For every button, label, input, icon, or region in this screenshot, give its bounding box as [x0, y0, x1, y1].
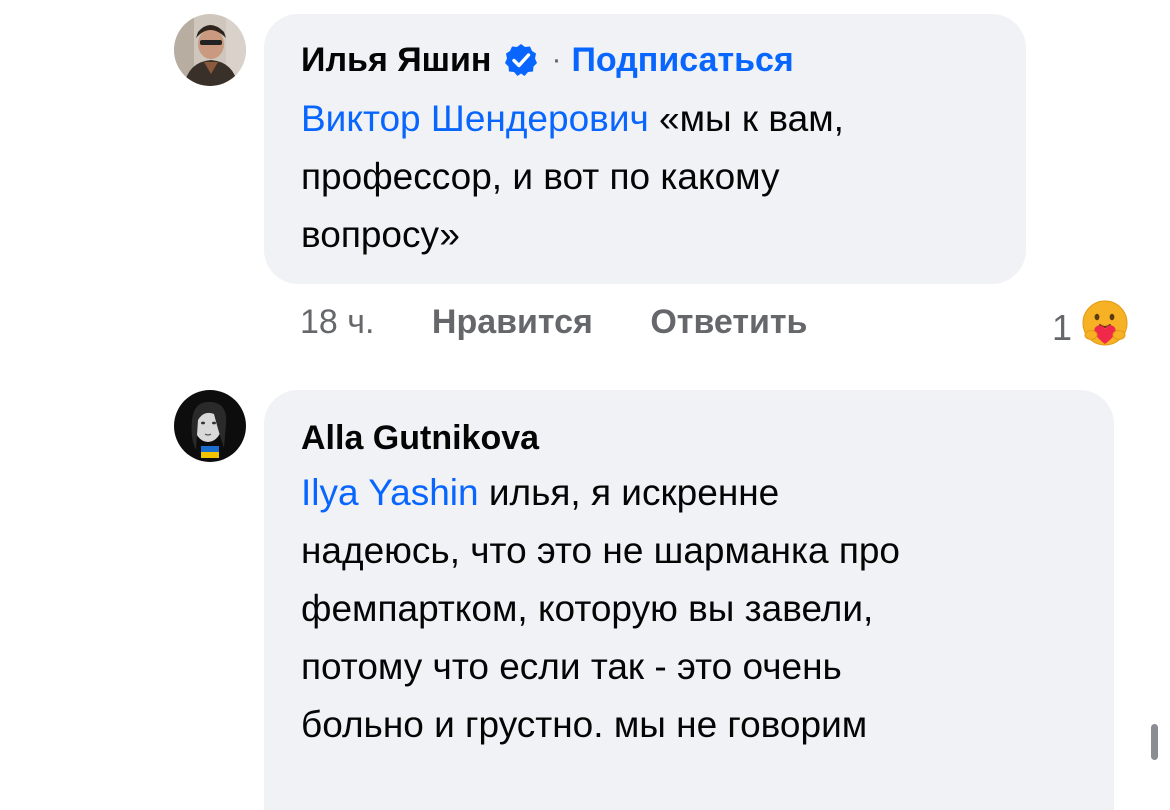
comment-text-line: профессор, и вот по какому [301, 156, 780, 197]
comment-meta: 18 ч. Нравится Ответить [300, 302, 807, 342]
comment-text-line: фемпартком, которую вы завели, [301, 588, 874, 629]
avatar[interactable] [174, 14, 246, 86]
author-line: Илья Яшин · Подписаться [301, 40, 794, 80]
author-line: Alla Gutnikova [301, 418, 539, 458]
reactions-summary[interactable]: 1 [1052, 298, 1130, 357]
subscribe-link[interactable]: Подписаться [571, 40, 793, 80]
comment-text: Виктор Шендерович «мы к вам, профессор, … [301, 90, 844, 264]
comment-text-line: Виктор Шендерович «мы к вам, [301, 90, 844, 148]
comment-text-line: Ilya Yashin илья, я искренне [301, 464, 900, 522]
verified-badge-icon [503, 42, 539, 78]
comment-bubble: Илья Яшин · Подписаться Виктор Шендерови… [264, 14, 1026, 284]
like-button[interactable]: Нравится [432, 303, 593, 341]
mention-link[interactable]: Виктор Шендерович [301, 98, 649, 139]
separator-dot: · [551, 43, 562, 76]
comment-text-fragment: илья, я искренне [478, 472, 780, 513]
comment-text-line: надеюсь, что это не шарманка про [301, 530, 901, 571]
scrollbar[interactable] [1151, 724, 1158, 760]
author-name[interactable]: Alla Gutnikova [301, 418, 539, 458]
avatar[interactable] [174, 390, 246, 462]
reaction-count: 1 [1052, 306, 1073, 348]
comment-text-line: вопросу» [301, 214, 461, 255]
author-name[interactable]: Илья Яшин [301, 40, 491, 80]
comment-text-line: потому что если так - это очень [301, 646, 842, 687]
mention-link[interactable]: Ilya Yashin [301, 472, 479, 513]
comment-text-line: больно и грустно. мы не говорим [301, 704, 868, 745]
reply-button[interactable]: Ответить [650, 303, 807, 341]
care-reaction-icon [1080, 298, 1130, 357]
comment-text: Ilya Yashin илья, я искренне надеюсь, чт… [301, 464, 900, 754]
timestamp[interactable]: 18 ч. [300, 303, 374, 341]
comment-text-fragment: «мы к вам, [648, 98, 844, 139]
comment-bubble: Alla Gutnikova Ilya Yashin илья, я искре… [264, 390, 1114, 810]
